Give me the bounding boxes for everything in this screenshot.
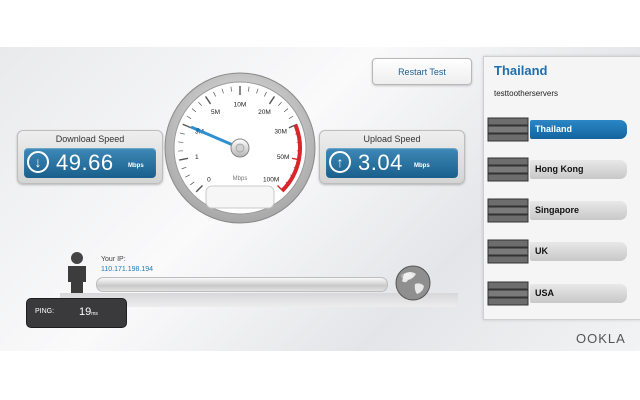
server-item-label: UK — [530, 242, 627, 261]
server-item-hong-kong[interactable]: Hong Kong — [486, 155, 629, 183]
connection-tube — [96, 277, 388, 292]
ping-value: 19 — [79, 306, 92, 318]
gauge-needle-tip — [195, 127, 200, 132]
server-item-label: USA — [530, 284, 627, 303]
gauge-hub-center — [235, 143, 245, 153]
gauge-tick-label: 50M — [277, 154, 290, 161]
upload-value: 3.04 — [358, 150, 403, 175]
gauge-readout-window — [205, 185, 275, 209]
server-item-uk[interactable]: UK — [486, 237, 629, 265]
gauge-tick-label: 5M — [211, 109, 220, 116]
server-panel-subtitle: testtootherservers — [494, 89, 559, 98]
gauge-tick-label: 30M — [274, 129, 287, 136]
server-rack-icon — [487, 117, 529, 142]
arrow-down-icon: ↓ — [27, 151, 49, 173]
download-value-box: ↓ 49.66 Mbps — [24, 148, 156, 178]
server-item-usa[interactable]: USA — [486, 279, 629, 307]
gauge-tick-label: 20M — [258, 109, 271, 116]
upload-value-box: ↑ 3.04 Mbps — [326, 148, 458, 178]
gauge-tick-label: 100M — [263, 177, 279, 184]
download-unit: Mbps — [128, 163, 144, 169]
gauge-unit: Mbps — [233, 176, 248, 182]
ookla-logo: OOKLA — [576, 331, 626, 346]
server-rack-icon — [487, 157, 529, 182]
arrow-up-icon: ↑ — [329, 151, 351, 173]
server-rack-icon — [487, 281, 529, 306]
upload-panel: Upload Speed ↑ 3.04 Mbps — [319, 130, 465, 184]
ip-label: Your IP: — [101, 256, 126, 263]
ping-value-wrap: 19ms — [79, 306, 98, 318]
speed-gauge: 013M5M10M20M30M50M100M Mbps — [164, 72, 316, 224]
server-panel: Thailand testtootherservers Thailand Hon… — [483, 56, 640, 320]
server-item-label: Thailand — [530, 120, 627, 139]
ping-label: PING: — [35, 308, 55, 315]
download-value: 49.66 — [56, 150, 114, 175]
gauge-tick-label: 1 — [195, 154, 199, 161]
server-item-thailand[interactable]: Thailand — [486, 115, 629, 143]
ping-panel: PING: 19ms — [26, 298, 127, 328]
user-icon — [68, 252, 86, 296]
server-panel-title: Thailand — [494, 63, 548, 78]
globe-icon — [395, 265, 431, 301]
upload-label: Upload Speed — [363, 134, 421, 144]
server-item-singapore[interactable]: Singapore — [486, 196, 629, 224]
ip-value: 110.171.198.194 — [101, 266, 154, 273]
gauge-tick-label: 0 — [207, 177, 211, 184]
server-rack-icon — [487, 239, 529, 264]
restart-test-button[interactable]: Restart Test — [372, 58, 472, 85]
gauge-tick-label: 10M — [234, 102, 247, 109]
download-label: Download Speed — [55, 134, 125, 144]
ping-unit: ms — [91, 311, 98, 317]
upload-unit: Mbps — [414, 163, 430, 169]
server-rack-icon — [487, 198, 529, 223]
server-item-label: Singapore — [530, 201, 627, 220]
server-item-label: Hong Kong — [530, 160, 627, 179]
download-panel: Download Speed ↓ 49.66 Mbps — [17, 130, 163, 184]
